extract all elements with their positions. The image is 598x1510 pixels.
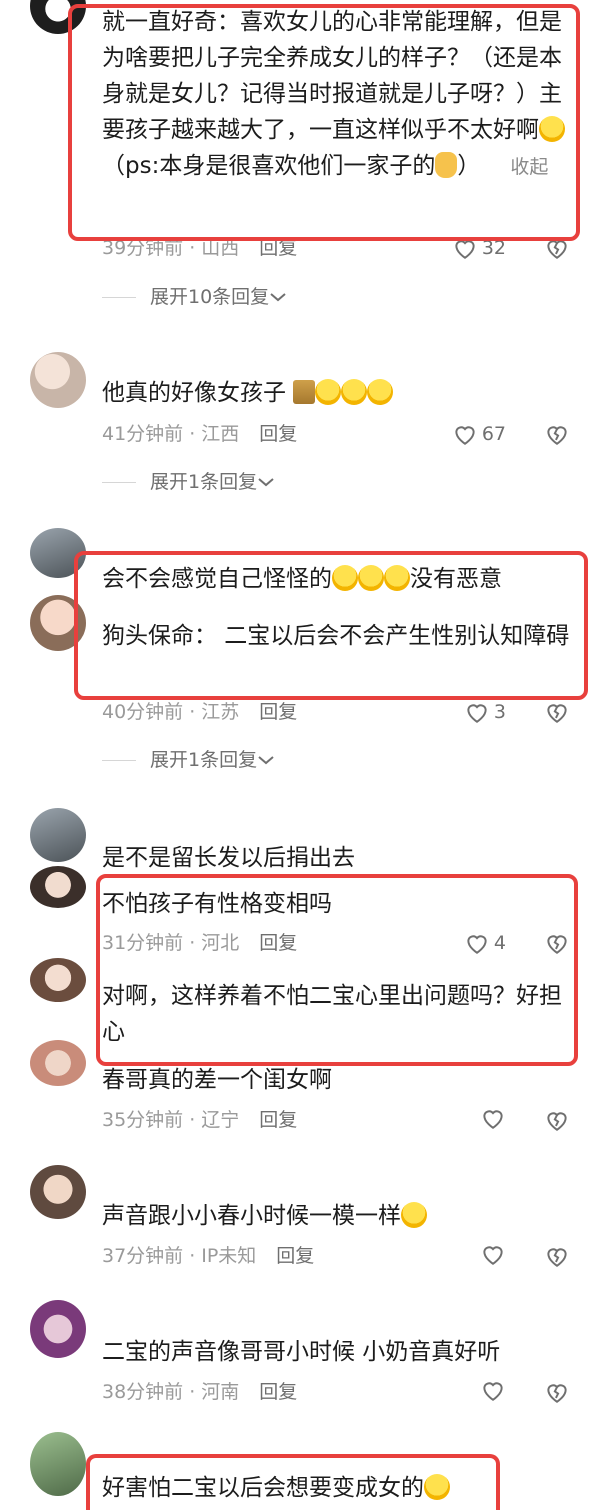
like-button[interactable]: 3: [464, 698, 506, 726]
divider: [102, 481, 136, 483]
heart-icon[interactable]: [480, 1378, 506, 1402]
pleading-emoji-icon: [341, 379, 368, 405]
grinning-emoji-icon: [401, 1202, 427, 1228]
avatar[interactable]: [30, 866, 86, 908]
broken-heart-icon[interactable]: [544, 699, 570, 725]
highlight-box: [86, 1454, 500, 1510]
avatar[interactable]: [30, 352, 86, 408]
reply-button[interactable]: 回复: [276, 1245, 314, 1267]
comment-meta: 40分钟前 · 江苏 回复: [102, 701, 298, 723]
cat-emoji-icon: [293, 380, 316, 404]
comment-meta: 37分钟前 · IP未知 回复: [102, 1245, 315, 1267]
expand-replies[interactable]: 展开1条回复: [102, 468, 275, 496]
highlight-box: [68, 4, 580, 241]
chevron-down-icon: [270, 293, 286, 302]
avatar[interactable]: [30, 1165, 86, 1219]
broken-heart-icon[interactable]: [544, 1379, 570, 1405]
expand-replies[interactable]: 展开10条回复: [102, 283, 287, 311]
heart-icon: [467, 704, 487, 723]
heart-icon: [455, 426, 475, 445]
divider: [102, 759, 136, 761]
like-count: 3: [493, 701, 506, 723]
comment-text: 声音跟小小春小时候一模一样: [102, 1198, 572, 1234]
divider: [102, 296, 136, 298]
chevron-down-icon: [258, 478, 274, 487]
comment-meta: 35分钟前 · 辽宁 回复: [102, 1109, 298, 1131]
reply-button[interactable]: 回复: [259, 701, 297, 723]
reply-button[interactable]: 回复: [259, 423, 297, 445]
comment-text: 春哥真的差一个闺女啊: [102, 1067, 332, 1093]
broken-heart-icon[interactable]: [544, 1243, 570, 1269]
avatar[interactable]: [30, 1432, 86, 1496]
comment-text: 二宝的声音像哥哥小时候 小奶音真好听: [102, 1339, 501, 1365]
pleading-emoji-icon: [367, 379, 394, 405]
expand-replies[interactable]: 展开1条回复: [102, 746, 275, 774]
highlight-box: [96, 874, 578, 1066]
heart-icon[interactable]: [480, 1106, 506, 1130]
comment-text: 是不是留长发以后捐出去: [102, 845, 355, 871]
comment-meta: 41分钟前 · 江西 回复: [102, 423, 298, 445]
comment-text: 他真的好像女孩子: [102, 375, 572, 411]
like-button[interactable]: 67: [452, 420, 506, 448]
highlight-box: [74, 551, 588, 700]
chevron-down-icon: [258, 756, 274, 765]
avatar[interactable]: [30, 1300, 86, 1358]
comment-meta: 38分钟前 · 河南 回复: [102, 1381, 298, 1403]
broken-heart-icon[interactable]: [544, 1107, 570, 1133]
avatar[interactable]: [30, 1040, 86, 1086]
pleading-emoji-icon: [315, 379, 342, 405]
broken-heart-icon[interactable]: [544, 421, 570, 447]
avatar[interactable]: [30, 958, 86, 1002]
heart-icon[interactable]: [480, 1242, 506, 1266]
reply-button[interactable]: 回复: [259, 1109, 297, 1131]
avatar[interactable]: [30, 808, 86, 862]
reply-button[interactable]: 回复: [259, 1381, 297, 1403]
like-count: 67: [481, 423, 506, 445]
